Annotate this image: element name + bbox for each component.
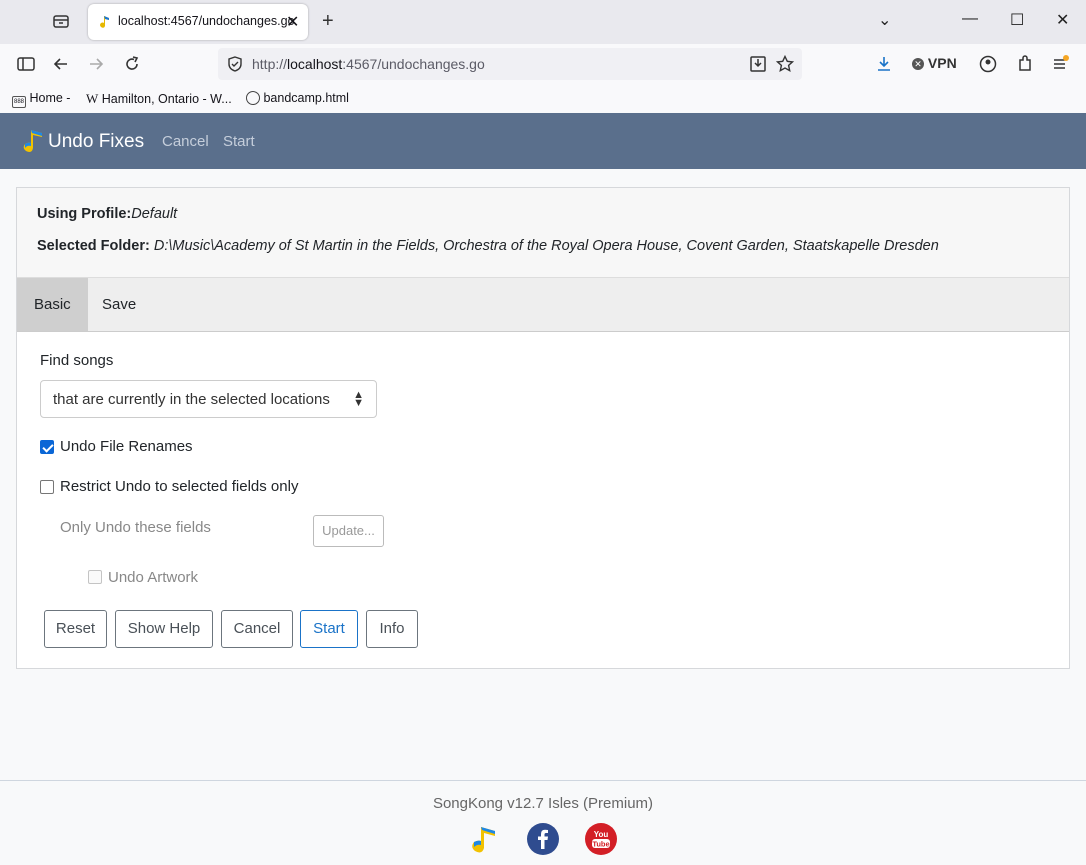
- profile-line: Using Profile:Default: [37, 206, 177, 222]
- undo-file-renames-checkbox[interactable]: [40, 440, 54, 454]
- find-songs-value: that are currently in the selected locat…: [53, 391, 330, 408]
- undo-artwork-label[interactable]: Undo Artwork: [108, 569, 198, 586]
- tab-list-icon[interactable]: [52, 12, 70, 30]
- vpn-label: VPN: [927, 55, 957, 71]
- menu-icon[interactable]: [1051, 54, 1071, 74]
- bookmark-home[interactable]: 888 Home -: [12, 91, 70, 108]
- globe-icon: [246, 91, 260, 105]
- bookmark-bandcamp[interactable]: bandcamp.html: [246, 91, 349, 105]
- wikipedia-icon: W: [86, 91, 99, 106]
- tab-save[interactable]: Save: [85, 278, 153, 331]
- youtube-icon[interactable]: You Tube: [585, 823, 617, 855]
- page-title[interactable]: Undo Fixes: [48, 131, 144, 153]
- only-undo-fields-label: Only Undo these fields: [60, 519, 211, 536]
- save-page-icon[interactable]: [748, 54, 768, 74]
- footer: SongKong v12.7 Isles (Premium) You Tube: [0, 780, 1086, 865]
- folder-label: Selected Folder:: [37, 238, 150, 254]
- account-icon[interactable]: [978, 54, 998, 74]
- vpn-button[interactable]: ✕ VPN: [912, 55, 957, 71]
- new-tab-icon[interactable]: +: [322, 10, 334, 33]
- address-bar[interactable]: http://localhost:4567/undochanges.go: [218, 48, 802, 80]
- reload-icon[interactable]: [122, 54, 142, 74]
- undo-file-renames-label[interactable]: Undo File Renames: [60, 438, 193, 455]
- browser-tab[interactable]: localhost:4567/undochanges.go ✕: [88, 4, 308, 40]
- find-songs-select[interactable]: that are currently in the selected locat…: [40, 380, 377, 418]
- select-caret-icon: ▲ ▼: [353, 389, 364, 409]
- info-button[interactable]: Info: [366, 610, 418, 648]
- svg-text:Tube: Tube: [592, 840, 609, 849]
- profile-info-panel: Using Profile:Default Selected Folder: D…: [17, 188, 1069, 278]
- update-fields-button[interactable]: Update...: [313, 515, 384, 547]
- tab-basic[interactable]: Basic: [17, 278, 88, 331]
- nav-cancel-link[interactable]: Cancel: [162, 133, 209, 150]
- facebook-icon[interactable]: [527, 823, 559, 855]
- window-close-icon[interactable]: ✕: [1056, 10, 1069, 30]
- maximize-icon[interactable]: ☐: [1010, 10, 1024, 30]
- restrict-undo-checkbox[interactable]: [40, 480, 54, 494]
- undo-artwork-checkbox[interactable]: [88, 570, 102, 584]
- app-navbar: Undo Fixes Cancel Start: [0, 113, 1086, 169]
- tracking-shield-icon[interactable]: [226, 55, 244, 73]
- cancel-button[interactable]: Cancel: [221, 610, 293, 648]
- options-tabs: Basic Save: [17, 278, 1069, 332]
- profile-value: Default: [131, 206, 178, 222]
- tab-close-icon[interactable]: ✕: [286, 12, 299, 32]
- songkong-logo-icon[interactable]: [20, 127, 46, 155]
- bookmark-star-icon[interactable]: [775, 54, 795, 74]
- downloads-icon[interactable]: [874, 54, 894, 74]
- bookmarks-bar: 888 Home - W Hamilton, Ontario - W... ba…: [0, 86, 1086, 112]
- find-songs-label: Find songs: [40, 352, 114, 369]
- start-button[interactable]: Start: [300, 610, 358, 648]
- minimize-icon[interactable]: —: [962, 10, 978, 28]
- back-arrow-icon[interactable]: [51, 54, 71, 74]
- songkong-favicon-icon: [100, 16, 109, 28]
- svg-text:You: You: [594, 830, 609, 839]
- version-text: SongKong v12.7 Isles (Premium): [432, 795, 654, 812]
- show-help-button[interactable]: Show Help: [115, 610, 213, 648]
- vpn-status-icon: ✕: [912, 58, 924, 70]
- tab-overflow-chevron-icon[interactable]: ⌄: [878, 10, 891, 30]
- url-text: http://localhost:4567/undochanges.go: [252, 56, 485, 72]
- reset-button[interactable]: Reset: [44, 610, 107, 648]
- tab-title: localhost:4567/undochanges.go: [118, 14, 295, 28]
- profile-label: Using Profile:: [37, 206, 132, 222]
- undo-fixes-card: Using Profile:Default Selected Folder: D…: [16, 187, 1070, 669]
- forward-arrow-icon[interactable]: [86, 54, 106, 74]
- extensions-icon[interactable]: [1015, 54, 1035, 74]
- bookmark-hamilton[interactable]: W Hamilton, Ontario - W...: [86, 91, 232, 107]
- songkong-icon[interactable]: [468, 823, 500, 855]
- folder-value: D:\Music\Academy of St Martin in the Fie…: [153, 238, 939, 254]
- home-favicon-icon: 888: [12, 96, 26, 108]
- sidebar-toggle-icon[interactable]: [16, 54, 36, 74]
- browser-tab-bar: localhost:4567/undochanges.go ✕ + ⌄ — ☐ …: [0, 0, 1086, 44]
- nav-start-link[interactable]: Start: [223, 133, 255, 150]
- restrict-undo-label[interactable]: Restrict Undo to selected fields only: [60, 478, 298, 495]
- folder-line: Selected Folder: D:\Music\Academy of St …: [37, 238, 939, 254]
